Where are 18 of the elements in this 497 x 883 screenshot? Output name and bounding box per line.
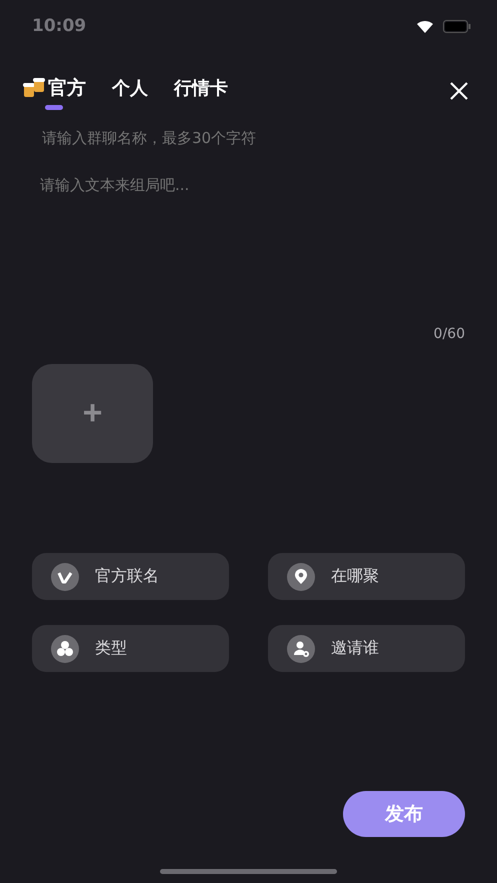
text-input-area[interactable]: 请输入文本来组局吧...	[40, 176, 457, 326]
wifi-icon	[415, 18, 435, 34]
option-button[interactable]: 官方联名	[32, 553, 229, 600]
option-button[interactable]: 邀请谁	[268, 625, 465, 672]
location-pin-icon	[287, 562, 315, 590]
character-counter: 0/60	[434, 326, 465, 342]
group-name-field[interactable]: 请输入群聊名称，最多30个字符	[40, 122, 457, 154]
three-circles-icon	[51, 634, 79, 662]
beer-mugs-icon	[22, 76, 48, 98]
battery-icon	[443, 20, 471, 32]
v-letter-icon	[51, 562, 79, 590]
tab[interactable]: 个人	[112, 76, 148, 108]
option-button[interactable]: 在哪聚	[268, 553, 465, 600]
tab[interactable]: 行情卡	[174, 76, 228, 108]
tab[interactable]: 官方	[22, 74, 86, 110]
status-time: 10:09	[32, 16, 86, 36]
add-person-icon	[287, 634, 315, 662]
option-button[interactable]: 类型	[32, 625, 229, 672]
